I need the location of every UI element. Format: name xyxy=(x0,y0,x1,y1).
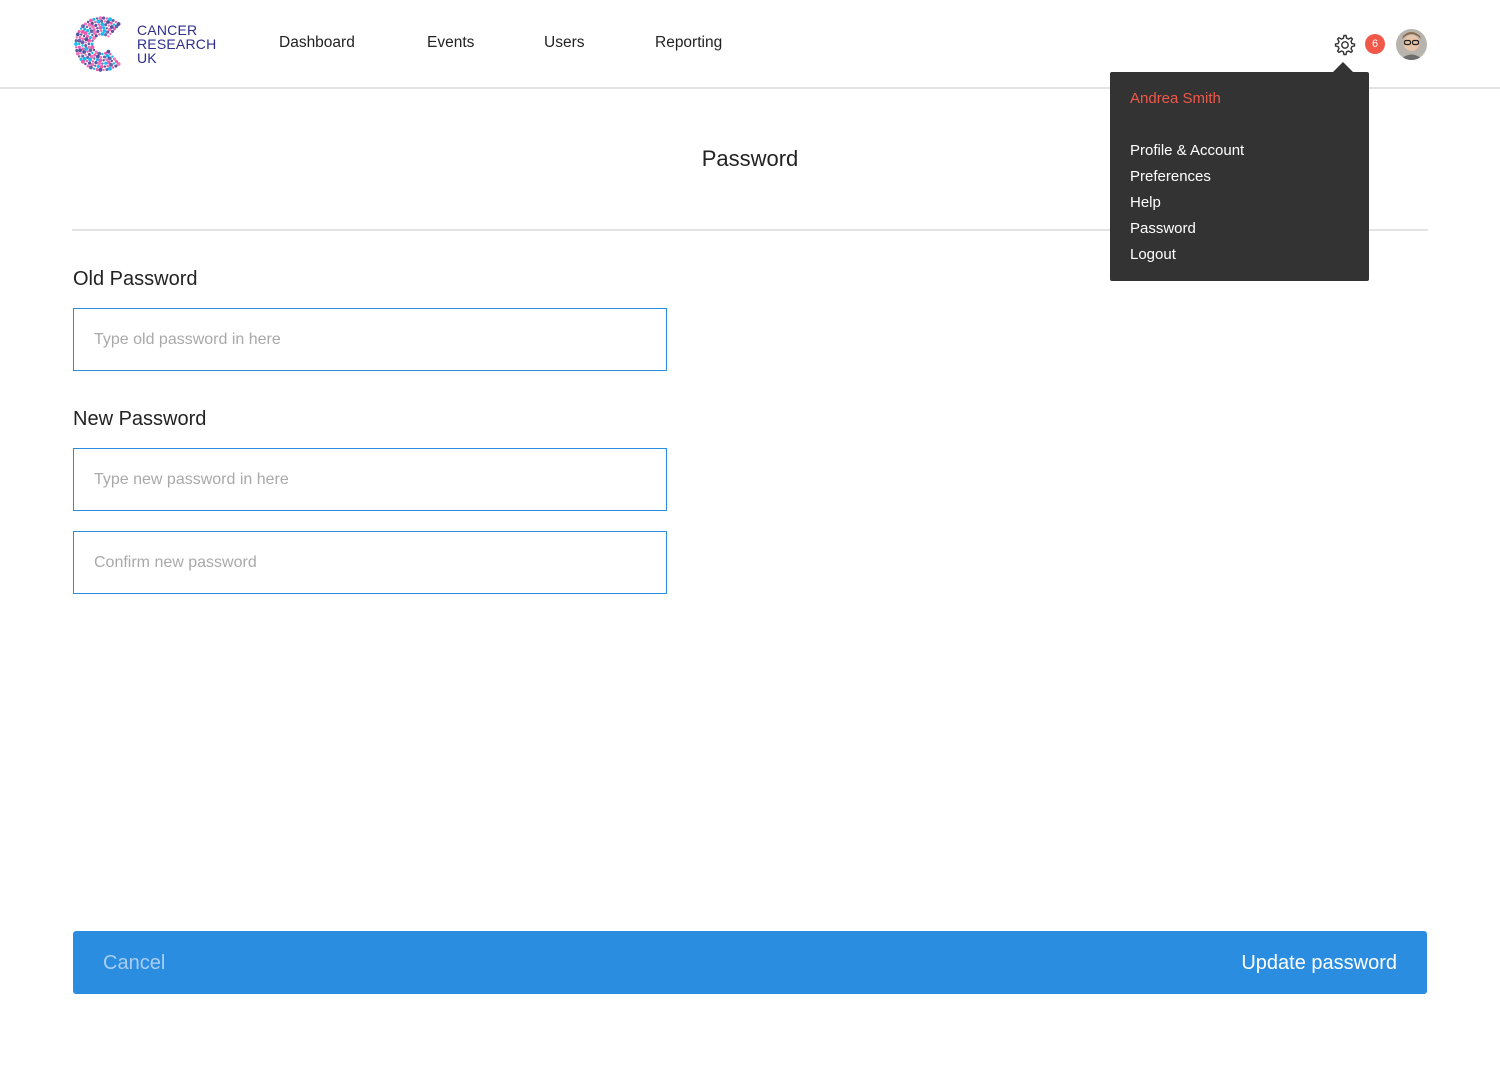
nav-item-reporting[interactable]: Reporting xyxy=(655,34,722,52)
new-password-input[interactable] xyxy=(74,449,666,510)
nav-item-dashboard[interactable]: Dashboard xyxy=(279,34,355,52)
brand-name-line: CANCER xyxy=(137,22,198,38)
brand-name-line: UK xyxy=(137,50,157,66)
nav-item-events[interactable]: Events xyxy=(427,34,474,52)
gear-icon[interactable] xyxy=(1332,33,1356,57)
old-password-field-box xyxy=(73,308,667,371)
brand-logo[interactable]: CANCER RESEARCH UK xyxy=(72,16,222,72)
user-avatar[interactable] xyxy=(1396,29,1427,60)
confirm-password-field-box xyxy=(73,531,667,594)
menu-item-password[interactable]: Password xyxy=(1130,220,1196,237)
new-password-field-box xyxy=(73,448,667,511)
notification-count-badge[interactable]: 6 xyxy=(1365,34,1385,54)
cancel-button[interactable]: Cancel xyxy=(103,952,165,975)
menu-item-preferences[interactable]: Preferences xyxy=(1130,168,1211,185)
menu-item-help[interactable]: Help xyxy=(1130,194,1161,211)
nav-item-users[interactable]: Users xyxy=(544,34,584,52)
menu-item-profile-account[interactable]: Profile & Account xyxy=(1130,142,1244,159)
old-password-input[interactable] xyxy=(74,309,666,370)
old-password-label: Old Password xyxy=(73,268,198,290)
update-password-button[interactable]: Update password xyxy=(1241,952,1397,975)
menu-item-logout[interactable]: Logout xyxy=(1130,246,1176,263)
logo-mark-icon xyxy=(74,16,121,72)
brand-name-line: RESEARCH xyxy=(137,36,217,52)
user-dropdown-menu: Andrea Smith Profile & Account Preferenc… xyxy=(1110,72,1369,281)
menu-user-name: Andrea Smith xyxy=(1130,90,1221,107)
new-password-label: New Password xyxy=(73,408,207,430)
form-action-bar: Cancel Update password xyxy=(73,931,1427,994)
brand-name: CANCER RESEARCH UK xyxy=(137,23,216,65)
confirm-password-input[interactable] xyxy=(74,532,666,593)
